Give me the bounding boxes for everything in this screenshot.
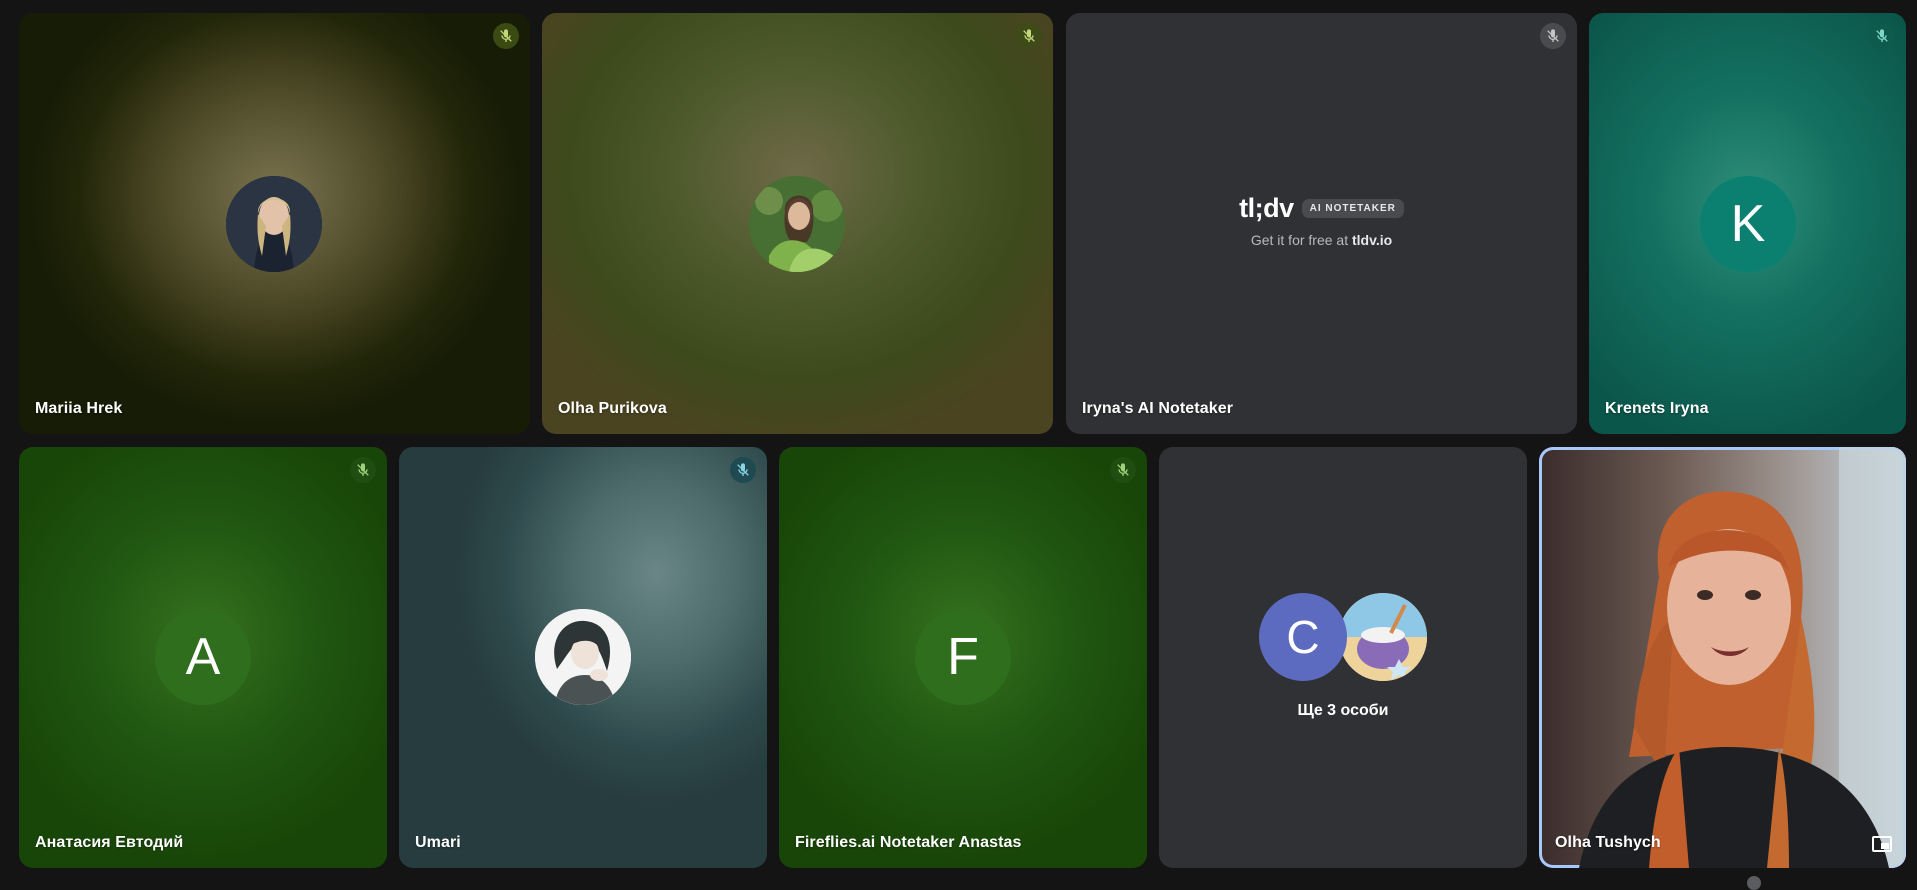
avatar: F [915, 609, 1011, 705]
mic-off-icon [1110, 457, 1136, 483]
coconut-drink-icon [1339, 593, 1427, 681]
participant-tile-mariia-hrek[interactable]: Mariia Hrek [19, 13, 530, 434]
participant-tile-umari[interactable]: Umari [399, 447, 767, 868]
tldv-tagline: Get it for free at tldv.io [1066, 232, 1577, 248]
tldv-tagline-text: Get it for free at [1250, 232, 1349, 248]
tldv-badge: AI NOTETAKER [1301, 199, 1404, 218]
page-indicator[interactable] [1747, 876, 1761, 890]
mic-off-icon [1869, 23, 1895, 49]
participant-tile-fireflies[interactable]: F Fireflies.ai Notetaker Anastas [779, 447, 1147, 868]
avatar [749, 176, 845, 272]
participant-tile-krenets-iryna[interactable]: K Krenets Iryna [1589, 13, 1906, 434]
mic-off-icon [1016, 23, 1042, 49]
avatar [535, 609, 631, 705]
participant-name: Umari [415, 834, 461, 851]
tldv-promo: tl;dv AI NOTETAKER Get it for free at tl… [1066, 193, 1577, 248]
tldv-logo: tl;dv AI NOTETAKER [1239, 193, 1404, 224]
avatar: C [1259, 593, 1347, 681]
participant-name: Krenets Iryna [1605, 400, 1709, 417]
tldv-brand: tl;dv [1239, 193, 1294, 223]
mic-off-icon [1540, 23, 1566, 49]
participant-name: Iryna's AI Notetaker [1082, 400, 1234, 417]
more-participants-tile[interactable]: C Ще 3 особи [1159, 447, 1527, 868]
participant-name: Mariia Hrek [35, 400, 123, 417]
mic-off-icon [730, 457, 756, 483]
participant-tile-ai-notetaker[interactable]: tl;dv AI NOTETAKER Get it for free at tl… [1066, 13, 1577, 434]
participant-tile-olha-purikova[interactable]: Olha Purikova [542, 13, 1053, 434]
avatar: K [1700, 176, 1796, 272]
participant-name: Fireflies.ai Notetaker Anastas [795, 834, 1022, 851]
picture-in-picture-icon[interactable] [1872, 836, 1892, 852]
participant-tile-olha-tushych[interactable]: Olha Tushych [1539, 447, 1906, 868]
more-participants-label: Ще 3 особи [1297, 702, 1389, 719]
mic-off-icon [350, 457, 376, 483]
tldv-link: tldv.io [1351, 232, 1393, 248]
avatar [226, 176, 322, 272]
participant-name: Olha Tushych [1555, 834, 1661, 851]
mic-off-icon [493, 23, 519, 49]
video-feed [1579, 447, 1906, 868]
participant-name: Olha Purikova [558, 400, 667, 417]
participant-name: Анатасия Евтодий [35, 834, 184, 851]
avatar: A [155, 609, 251, 705]
participant-tile-anatasia[interactable]: A Анатасия Евтодий [19, 447, 387, 868]
